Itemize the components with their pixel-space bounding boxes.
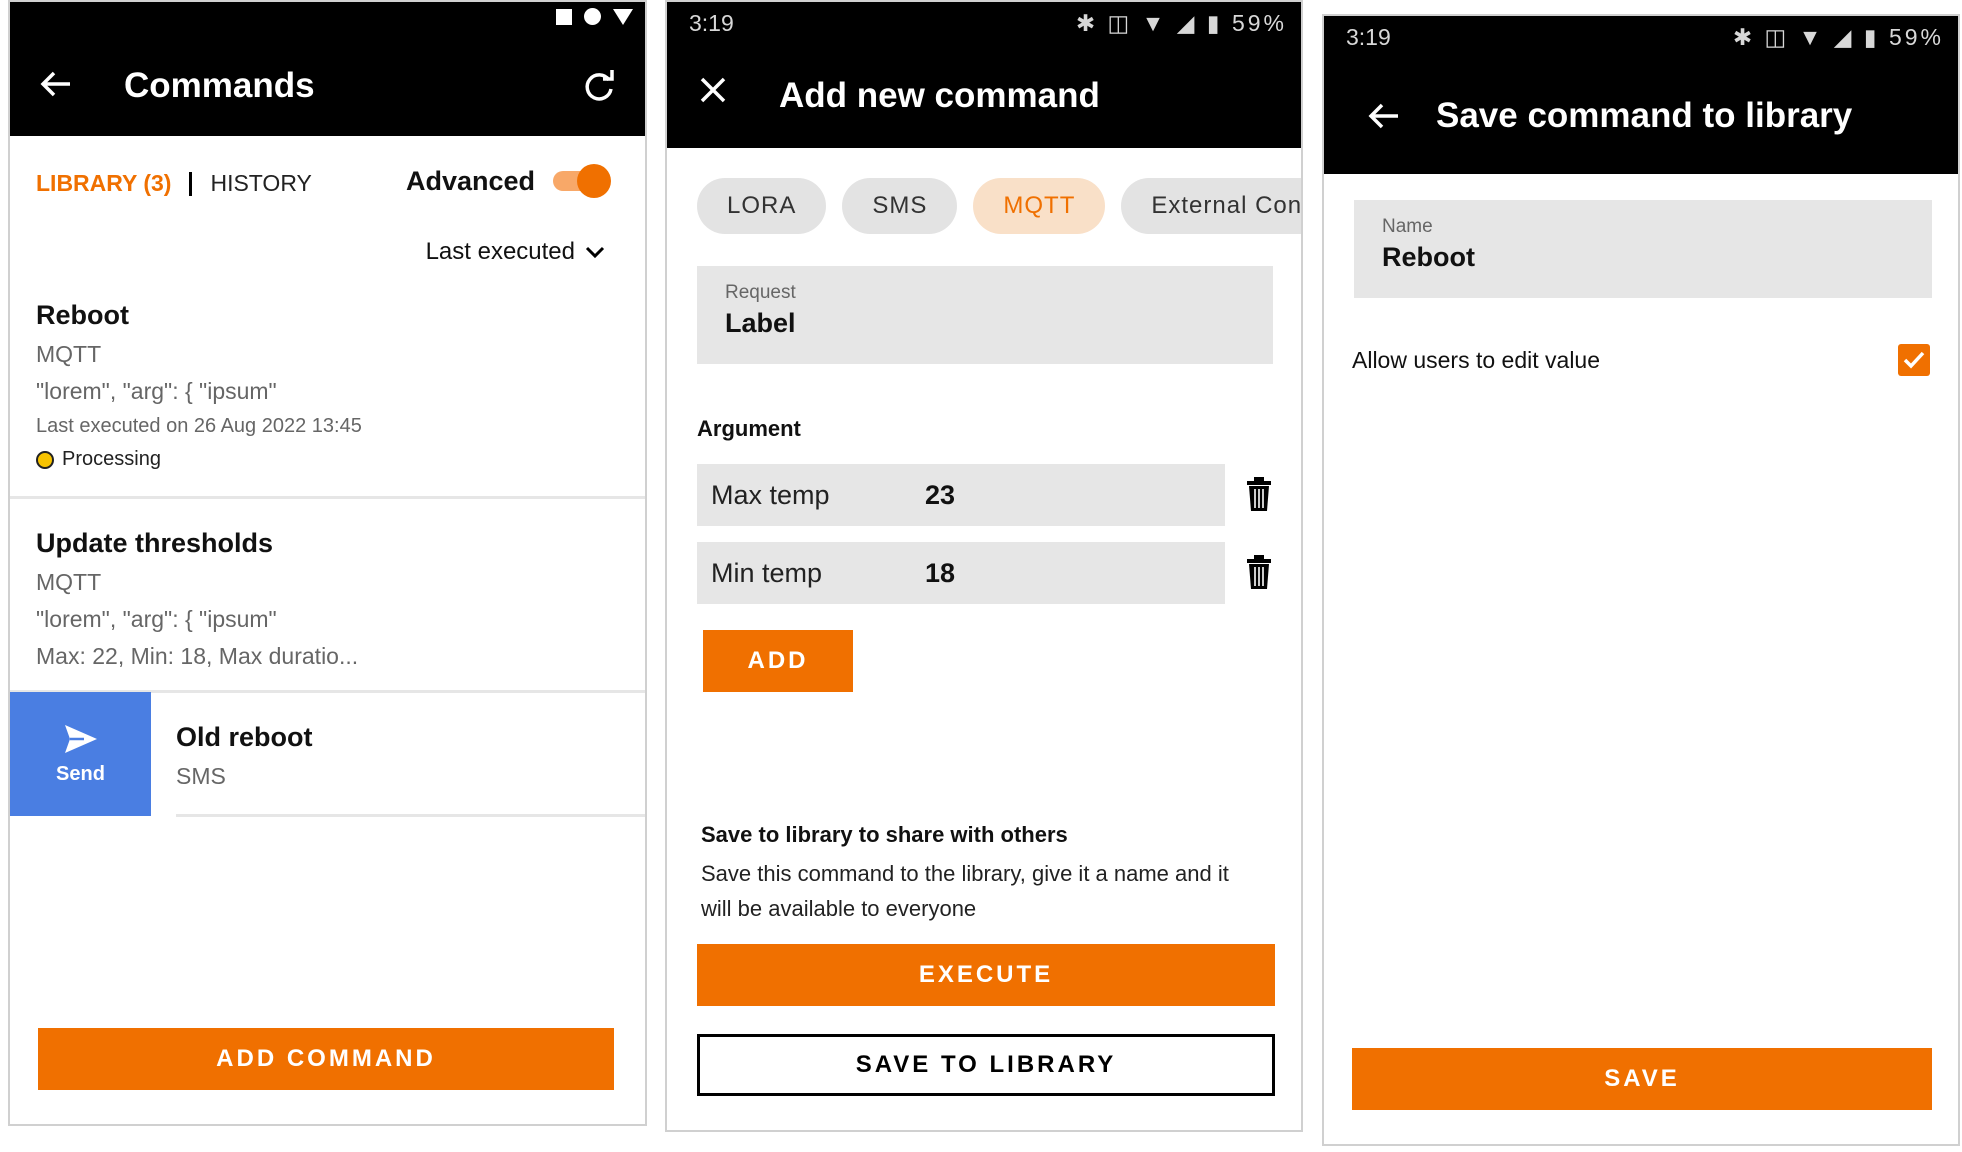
command-payload: "lorem", "arg": { "ipsum" [36, 606, 277, 632]
bluetooth-icon: ✱ [1075, 10, 1099, 36]
info-title: Save to library to share with others [701, 822, 1068, 847]
wifi-icon: ▼ [1141, 10, 1168, 36]
status-time: 3:19 [1346, 24, 1391, 50]
status-badge: Processing [36, 448, 645, 471]
vibrate-icon: ◫ [1107, 10, 1133, 36]
list-divider [176, 814, 645, 817]
status-icons: ✱ ◫ ▼ ◢ ▮ 59% [1733, 24, 1944, 51]
page-title: Commands [124, 66, 315, 105]
execute-button[interactable]: EXECUTE [697, 944, 1275, 1006]
add-argument-button[interactable]: ADD [703, 630, 853, 692]
app-bar: Commands [10, 2, 645, 136]
command-name: Old reboot [176, 722, 313, 752]
battery-percent: 59% [1888, 24, 1944, 50]
name-field-value: Reboot [1382, 242, 1475, 272]
tab-divider [189, 171, 193, 196]
allow-edit-checkbox[interactable] [1898, 344, 1930, 376]
save-to-library-screen: 3:19 ✱ ◫ ▼ ◢ ▮ 59% Save command to libra… [1322, 14, 1960, 1146]
battery-icon: ▮ [1206, 10, 1223, 36]
save-to-library-button[interactable]: SAVE TO LIBRARY [697, 1034, 1275, 1096]
page-title: Save command to library [1436, 96, 1853, 135]
bluetooth-icon: ✱ [1732, 24, 1756, 50]
command-protocol: MQTT [36, 341, 102, 367]
argument-value: 18 [925, 558, 956, 588]
tab-bar: LIBRARY (3) HISTORY [36, 170, 312, 197]
app-bar: Save command to library [1324, 62, 1958, 174]
command-item[interactable]: Old reboot SMS [176, 722, 645, 790]
wifi-icon: ▼ [1798, 24, 1825, 50]
commands-screen: Commands LIBRARY (3) HISTORY Advanced La… [8, 0, 647, 1126]
info-body: Save this command to the library, give i… [701, 861, 1229, 921]
last-executed-text: Last executed on 26 Aug 2022 13:45 [36, 415, 362, 437]
send-label: Send [56, 762, 105, 785]
request-field[interactable]: Request Label [697, 266, 1273, 364]
argument-value: 23 [925, 480, 956, 510]
advanced-label: Advanced [405, 165, 535, 196]
send-button[interactable]: Send [10, 692, 151, 816]
advanced-toggle[interactable] [549, 164, 611, 198]
signal-icon: ◢ [1833, 24, 1855, 50]
refresh-icon[interactable] [579, 66, 619, 106]
page-title: Add new command [779, 76, 1100, 115]
advanced-control: Advanced [406, 164, 611, 198]
chip-external-connection[interactable]: External Conn [1121, 178, 1301, 234]
checkmark-icon [1903, 351, 1925, 369]
protocol-chips: LORA SMS MQTT External Conn [697, 178, 1301, 234]
status-bar: 3:19 ✱ ◫ ▼ ◢ ▮ 59% [1324, 16, 1958, 62]
chevron-down-icon [585, 246, 605, 259]
send-icon [64, 724, 97, 753]
request-field-value: Label [725, 308, 796, 338]
command-protocol: MQTT [36, 569, 102, 595]
tab-history[interactable]: HISTORY [210, 170, 311, 197]
delete-icon[interactable] [1241, 552, 1277, 592]
command-detail: Max: 22, Min: 18, Max duratio... [36, 643, 359, 669]
vibrate-icon: ◫ [1764, 24, 1790, 50]
status-text: Processing [62, 448, 161, 470]
app-bar: Add new command [667, 48, 1301, 148]
command-item[interactable]: Update thresholds MQTT "lorem", "arg": {… [36, 528, 645, 670]
argument-key: Max temp [711, 480, 830, 510]
chip-lora[interactable]: LORA [697, 178, 827, 234]
command-protocol: SMS [176, 763, 226, 789]
signal-icon: ◢ [1176, 10, 1198, 36]
status-dot-icon [36, 450, 54, 469]
tab-library[interactable]: LIBRARY (3) [36, 170, 171, 197]
save-button[interactable]: SAVE [1352, 1048, 1932, 1110]
command-name: Update thresholds [36, 528, 274, 558]
sort-dropdown[interactable]: Last executed [426, 238, 605, 266]
square-icon [556, 8, 572, 25]
status-time: 3:19 [689, 10, 734, 36]
circle-icon [584, 8, 601, 25]
delete-icon[interactable] [1241, 474, 1277, 514]
system-nav-indicators [556, 8, 633, 25]
allow-edit-label: Allow users to edit value [1352, 346, 1601, 373]
sort-label: Last executed [425, 238, 575, 265]
add-command-button[interactable]: ADD COMMAND [38, 1028, 614, 1090]
name-field[interactable]: Name Reboot [1354, 200, 1932, 298]
battery-icon: ▮ [1863, 24, 1880, 50]
back-arrow-icon[interactable] [36, 64, 76, 104]
chip-sms[interactable]: SMS [842, 178, 958, 234]
argument-row[interactable]: Min temp 18 [697, 542, 1225, 604]
toggle-knob [577, 164, 611, 198]
command-payload: "lorem", "arg": { "ipsum" [36, 378, 277, 404]
close-icon[interactable] [693, 70, 733, 110]
argument-heading: Argument [697, 416, 801, 441]
battery-percent: 59% [1231, 10, 1287, 36]
argument-key: Min temp [711, 558, 823, 588]
back-arrow-icon[interactable] [1364, 96, 1404, 136]
chip-mqtt[interactable]: MQTT [973, 178, 1106, 234]
triangle-icon [613, 8, 633, 25]
argument-row[interactable]: Max temp 23 [697, 464, 1225, 526]
command-item[interactable]: Reboot MQTT "lorem", "arg": { "ipsum" La… [36, 300, 645, 471]
list-divider [10, 496, 645, 499]
name-field-label: Name [1382, 216, 1433, 237]
status-bar: 3:19 ✱ ◫ ▼ ◢ ▮ 59% [667, 2, 1301, 48]
add-command-screen: 3:19 ✱ ◫ ▼ ◢ ▮ 59% Add new command LORA … [665, 0, 1303, 1132]
allow-edit-row: Allow users to edit value [1352, 344, 1930, 376]
command-name: Reboot [36, 300, 129, 330]
request-field-label: Request [725, 282, 796, 303]
status-icons: ✱ ◫ ▼ ◢ ▮ 59% [1076, 10, 1287, 37]
